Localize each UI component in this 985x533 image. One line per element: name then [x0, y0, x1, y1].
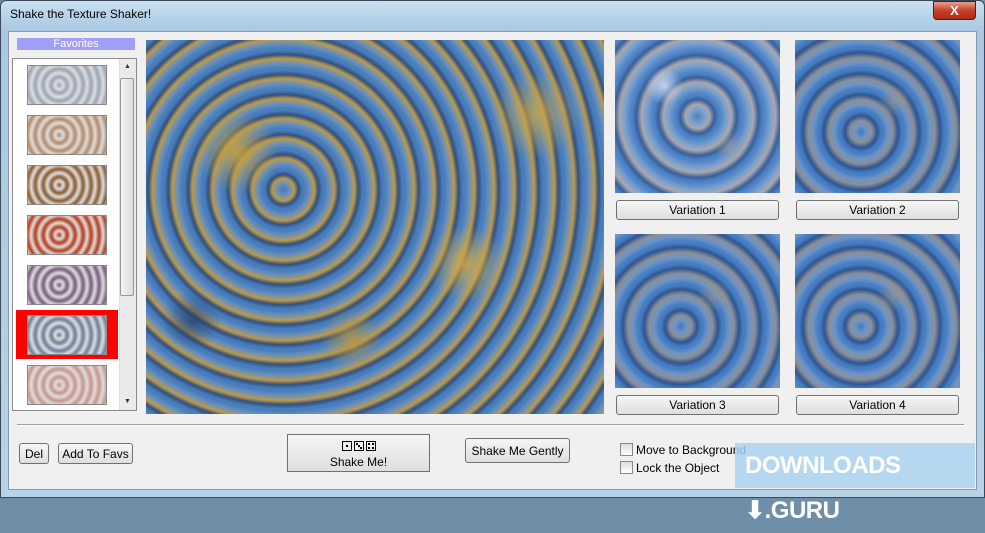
lock-object-label: Lock the Object: [636, 461, 720, 475]
move-to-background-label: Move to Background: [636, 443, 747, 457]
lock-object-checkbox[interactable]: [620, 461, 633, 474]
favorite-thumbnail[interactable]: [27, 165, 107, 205]
dice-icon: [288, 438, 429, 452]
scrollbar-thumb[interactable]: [120, 78, 134, 296]
variation-1-preview[interactable]: [615, 40, 780, 193]
add-to-favs-button[interactable]: Add To Favs: [58, 443, 133, 464]
variation-4-preview[interactable]: [795, 234, 960, 388]
variation-2-preview[interactable]: [795, 40, 960, 193]
main-texture-preview: [146, 40, 604, 414]
scroll-down-icon[interactable]: ▼: [120, 398, 135, 405]
shake-me-label: Shake Me!: [329, 455, 388, 469]
close-button[interactable]: X: [933, 1, 976, 20]
variation-1-button[interactable]: Variation 1: [616, 200, 779, 220]
favorite-thumbnail[interactable]: [27, 265, 107, 305]
watermark: DOWNLOADS ⬇.GURU: [735, 443, 975, 524]
favorites-label: Favorites: [17, 38, 135, 50]
variation-4-button[interactable]: Variation 4: [796, 395, 959, 415]
shake-me-button[interactable]: Shake Me!: [287, 434, 430, 472]
variation-3-preview[interactable]: [615, 234, 780, 388]
window-title: Shake the Texture Shaker!: [10, 7, 152, 21]
favorite-thumbnail[interactable]: [27, 65, 107, 105]
favorite-thumbnail[interactable]: [27, 365, 107, 405]
favorite-thumbnail[interactable]: [27, 215, 107, 255]
scroll-up-icon[interactable]: ▲: [120, 63, 135, 70]
favorite-thumbnail[interactable]: [27, 115, 107, 155]
variation-2-button[interactable]: Variation 2: [796, 200, 959, 220]
move-to-background-checkbox[interactable]: [620, 443, 633, 456]
favorite-thumbnail[interactable]: [27, 315, 107, 355]
delete-button[interactable]: Del: [19, 443, 49, 464]
divider: [17, 424, 964, 426]
shake-gently-button[interactable]: Shake Me Gently: [465, 438, 570, 463]
variation-3-button[interactable]: Variation 3: [616, 395, 779, 415]
